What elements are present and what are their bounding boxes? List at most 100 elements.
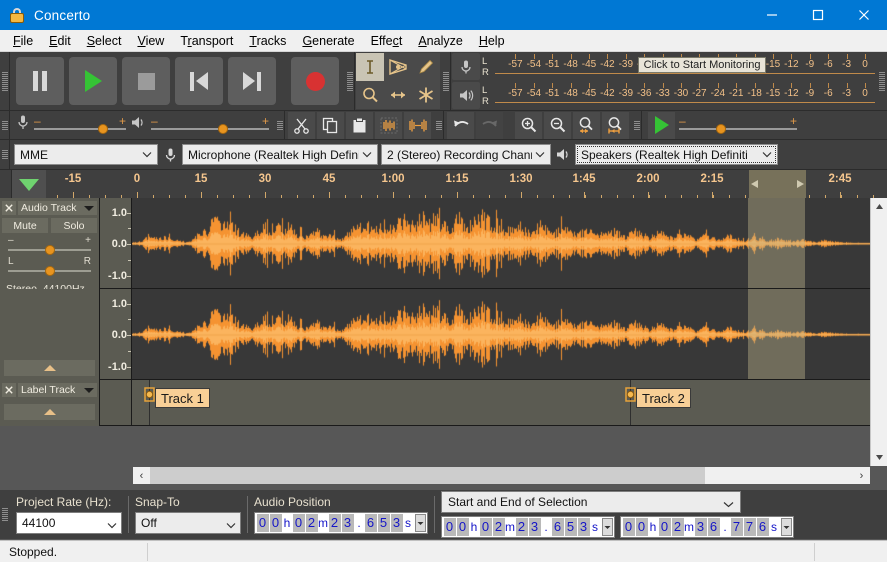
time-digit[interactable]: 6 — [364, 514, 377, 532]
time-unit[interactable]: h — [469, 520, 479, 534]
silence-selection-button[interactable] — [404, 111, 431, 139]
snap-to-select[interactable]: Off — [135, 512, 241, 534]
project-rate-select[interactable]: 44100 — [16, 512, 122, 534]
waveform-right-channel[interactable] — [132, 289, 887, 379]
tools-toolbar-grabber[interactable] — [345, 52, 355, 110]
mute-button[interactable]: Mute — [2, 218, 48, 233]
maximize-button[interactable] — [795, 0, 841, 30]
play-button[interactable] — [69, 57, 117, 105]
undo-toolbar-grabber[interactable] — [434, 111, 444, 139]
time-digit[interactable]: 2 — [515, 518, 528, 536]
time-digit[interactable]: 0 — [456, 518, 469, 536]
horizontal-scrollbar[interactable]: ‹ › — [133, 467, 870, 484]
menu-tracks[interactable]: Tracks — [241, 32, 294, 50]
time-digit[interactable]: 3 — [528, 518, 541, 536]
time-unit[interactable]: s — [769, 520, 779, 534]
time-digit[interactable]: 2 — [492, 518, 505, 536]
label-track-body[interactable]: Track 1 Track 2 — [132, 380, 887, 425]
time-digit[interactable]: 0 — [622, 518, 635, 536]
paste-button[interactable] — [346, 111, 373, 139]
vertical-ruler-right[interactable]: 1.0 0.0 -1.0 — [100, 289, 132, 379]
ruler-selection-region[interactable] — [749, 170, 806, 198]
copy-button[interactable] — [317, 111, 344, 139]
time-digit[interactable]: 0 — [443, 518, 456, 536]
skip-end-button[interactable] — [228, 57, 276, 105]
toolbar-end-grabber[interactable] — [877, 52, 887, 110]
zoom-tool[interactable] — [356, 81, 384, 109]
time-digit[interactable]: 5 — [377, 514, 390, 532]
slider-thumb[interactable] — [97, 124, 108, 134]
gain-slider[interactable]: – + — [8, 235, 91, 256]
vertical-ruler-left[interactable]: 1.0 0.0 -1.0 — [100, 198, 132, 288]
scroll-up-arrow-icon[interactable] — [871, 198, 887, 215]
menu-view[interactable]: View — [129, 32, 172, 50]
time-digit[interactable]: 0 — [292, 514, 305, 532]
close-icon[interactable] — [2, 201, 16, 215]
time-spinner[interactable] — [602, 518, 613, 536]
time-digit[interactable]: 6 — [707, 518, 720, 536]
scroll-left-arrow[interactable]: ‹ — [133, 467, 150, 484]
playback-meter-bars[interactable]: -57 -54 -51 -48 -45 -42 -39 -36 -33 -30 -27 -24 -21-… — [491, 81, 877, 110]
menu-edit[interactable]: Edit — [41, 32, 79, 50]
skip-start-button[interactable] — [175, 57, 223, 105]
time-unit[interactable]: h — [282, 516, 292, 530]
zoom-out-button[interactable] — [544, 111, 571, 139]
recording-device-select[interactable]: Microphone (Realtek High Defini — [182, 144, 378, 165]
menu-file[interactable]: File — [5, 32, 41, 50]
time-digit[interactable]: 3 — [694, 518, 707, 536]
minimize-button[interactable] — [749, 0, 795, 30]
transport-toolbar-grabber[interactable] — [0, 52, 10, 110]
time-digit[interactable]: 7 — [730, 518, 743, 536]
playback-speed-slider[interactable]: – + — [679, 113, 797, 137]
input-volume-slider[interactable]: – + — [34, 113, 126, 137]
multi-tool[interactable] — [412, 81, 440, 109]
time-digit[interactable]: 6 — [756, 518, 769, 536]
time-digit[interactable]: 0 — [658, 518, 671, 536]
recording-meter-toolbar[interactable]: L R Click to Start Monitoring -57 -54 -51-… — [451, 52, 877, 81]
horizontal-scrollbar-trough[interactable] — [150, 467, 853, 484]
time-digit[interactable]: 0 — [256, 514, 269, 532]
fit-project-button[interactable] — [602, 111, 629, 139]
time-unit[interactable]: m — [684, 520, 694, 534]
time-digit[interactable]: 3 — [390, 514, 403, 532]
time-unit[interactable]: s — [590, 520, 600, 534]
draw-tool[interactable] — [412, 53, 440, 81]
time-digit[interactable]: 0 — [635, 518, 648, 536]
time-spinner[interactable] — [415, 514, 426, 532]
horizontal-scrollbar-thumb[interactable] — [150, 467, 706, 484]
timeshift-tool[interactable] — [384, 81, 412, 109]
menu-help[interactable]: Help — [471, 32, 513, 50]
time-digit[interactable]: 0 — [269, 514, 282, 532]
time-digit[interactable]: 2 — [305, 514, 318, 532]
time-unit[interactable]: m — [318, 516, 328, 530]
time-digit[interactable]: 3 — [577, 518, 590, 536]
time-digit[interactable]: 2 — [328, 514, 341, 532]
label-track-menu-button[interactable]: Label Track — [18, 383, 97, 397]
slider-thumb[interactable] — [715, 124, 726, 134]
time-unit[interactable]: m — [505, 520, 515, 534]
close-button[interactable] — [841, 0, 887, 30]
solo-button[interactable]: Solo — [51, 218, 97, 233]
selection-region[interactable] — [748, 289, 805, 379]
menu-effect[interactable]: Effect — [363, 32, 411, 50]
waveform-left-channel[interactable] — [132, 198, 887, 288]
recording-meter-bars[interactable]: Click to Start Monitoring -57 -54 -51 -48 -4… — [491, 52, 877, 81]
pinned-play-head-button[interactable] — [12, 170, 46, 199]
selection-tool[interactable] — [356, 53, 384, 81]
selection-end-field[interactable]: 00h02m36.776s — [620, 516, 794, 538]
playback-device-select[interactable]: Speakers (Realtek High Definiti — [575, 144, 778, 165]
audio-host-select[interactable]: MME — [14, 144, 158, 165]
slider-thumb[interactable] — [217, 124, 228, 134]
menu-transport[interactable]: Transport — [172, 32, 241, 50]
time-unit[interactable]: h — [648, 520, 658, 534]
play-at-speed-grabber[interactable] — [632, 111, 642, 139]
envelope-tool[interactable] — [384, 53, 412, 81]
time-digit[interactable]: 7 — [743, 518, 756, 536]
playback-meter-toolbar[interactable]: L R -57 -54 -51 -48 -45 -42 -39 -36 -33 -30 -27 -24… — [451, 81, 877, 110]
meter-toolbar-grabber[interactable] — [441, 52, 451, 110]
time-spinner[interactable] — [781, 518, 792, 536]
recording-channels-select[interactable]: 2 (Stereo) Recording Channels — [381, 144, 551, 165]
menu-generate[interactable]: Generate — [294, 32, 362, 50]
time-unit[interactable]: . — [541, 520, 551, 534]
vertical-scrollbar[interactable] — [870, 198, 887, 466]
